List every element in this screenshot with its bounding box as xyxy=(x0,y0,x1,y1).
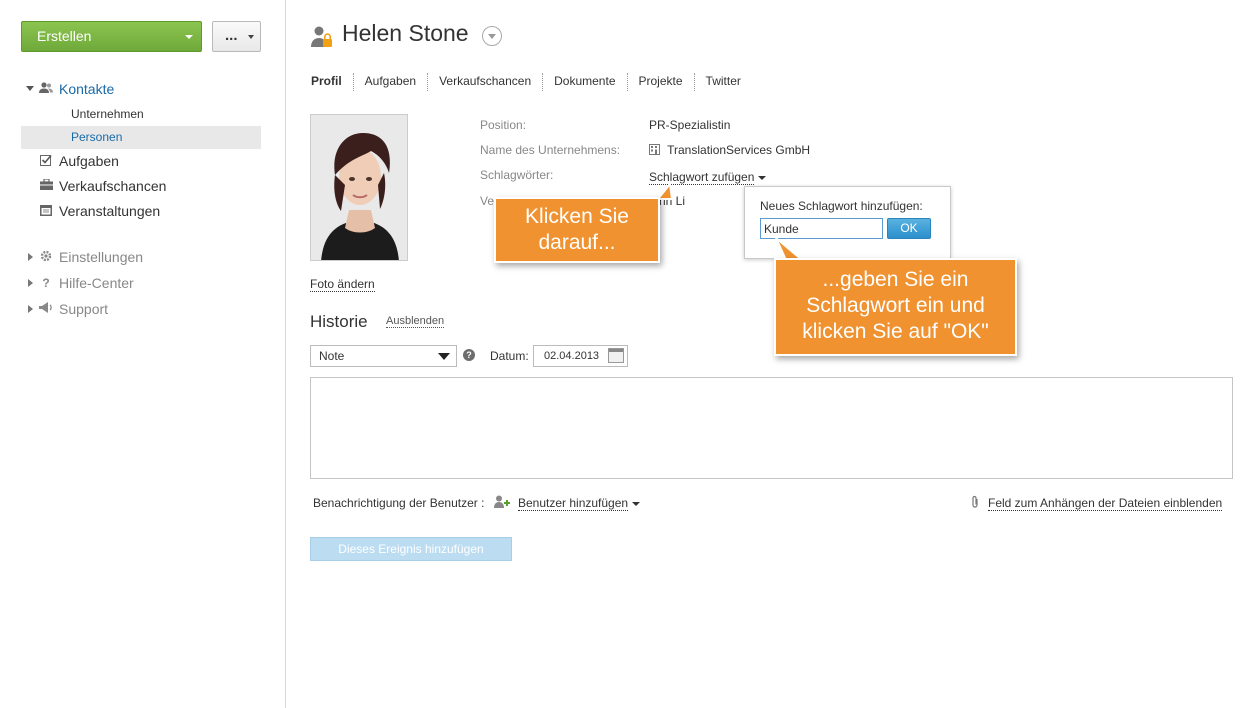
sidebar-item-label: Verkaufschancen xyxy=(59,178,167,194)
change-photo-link[interactable]: Foto ändern xyxy=(310,277,375,292)
megaphone-icon xyxy=(39,302,53,316)
position-label: Position: xyxy=(480,118,527,132)
expand-arrow-icon[interactable] xyxy=(28,279,33,287)
sidebar-item-support[interactable]: Support xyxy=(0,298,286,320)
add-user-icon xyxy=(494,495,510,509)
sidebar-item-label: Hilfe-Center xyxy=(59,275,134,291)
expand-arrow-icon[interactable] xyxy=(28,305,33,313)
tooltip-callout: ...geben Sie ein Schlagwort ein und klic… xyxy=(774,258,1017,356)
sidebar-item-label: Support xyxy=(59,301,109,317)
more-actions-label: ... xyxy=(225,27,238,44)
history-title: Historie xyxy=(310,312,368,331)
add-users-label: Benutzer hinzufügen xyxy=(518,496,629,511)
date-input[interactable]: 02.04.2013 xyxy=(533,345,628,367)
sidebar-subitem-label: Personen xyxy=(71,130,123,144)
profile-tabs: Profil Aufgaben Verkaufschancen Dokument… xyxy=(311,73,752,91)
chevron-down-icon xyxy=(248,35,254,39)
sidebar-item-help[interactable]: ? Hilfe-Center xyxy=(0,272,286,294)
tooltip-callout: Klicken Sie darauf... xyxy=(494,197,660,263)
sidebar-subitem-companies[interactable]: Unternehmen xyxy=(21,103,261,126)
briefcase-icon xyxy=(39,178,53,193)
date-label: Datum: xyxy=(490,349,529,363)
calendar-icon xyxy=(39,204,53,218)
question-icon: ? xyxy=(42,276,50,290)
create-button-label: Erstellen xyxy=(37,28,92,44)
paperclip-icon xyxy=(970,495,980,509)
company-value[interactable]: TranslationServices GmbH xyxy=(649,143,810,157)
sidebar-item-label: Veranstaltungen xyxy=(59,203,161,219)
tab-profile[interactable]: Profil xyxy=(311,73,353,91)
show-attachments-link[interactable]: Feld zum Anhängen der Dateien einblenden xyxy=(988,496,1223,511)
company-name: TranslationServices GmbH xyxy=(667,143,811,157)
profile-photo xyxy=(310,114,408,261)
checkbox-icon xyxy=(39,154,53,168)
tab-projects[interactable]: Projekte xyxy=(626,73,694,91)
calendar-icon[interactable] xyxy=(608,348,624,363)
chevron-down-icon xyxy=(185,35,193,39)
event-type-select[interactable]: Note xyxy=(310,345,457,367)
contacts-icon xyxy=(39,82,53,96)
sidebar-item-opportunities[interactable]: Verkaufschancen xyxy=(0,175,286,197)
notify-users-label: Benachrichtigung der Benutzer : xyxy=(313,496,485,510)
tab-documents[interactable]: Dokumente xyxy=(542,73,626,91)
history-note-textarea[interactable] xyxy=(310,377,1233,479)
sidebar-subitem-persons[interactable]: Personen xyxy=(21,126,261,149)
help-icon[interactable]: ? xyxy=(463,349,475,361)
chevron-down-icon xyxy=(758,175,767,180)
sidebar-item-contacts[interactable]: Kontakte xyxy=(0,78,286,100)
sidebar-subitem-label: Unternehmen xyxy=(71,107,144,121)
hide-history-link[interactable]: Ausblenden xyxy=(386,315,445,328)
ok-button[interactable]: OK xyxy=(887,218,931,239)
add-event-button[interactable]: Dieses Ereignis hinzufügen xyxy=(310,537,512,561)
tab-tasks[interactable]: Aufgaben xyxy=(352,73,427,91)
position-value: PR-Spezialistin xyxy=(649,118,731,132)
sidebar: Erstellen ... Kontakte Unternehmen Perso… xyxy=(0,0,286,708)
date-value: 02.04.2013 xyxy=(544,350,600,362)
sidebar-item-events[interactable]: Veranstaltungen xyxy=(0,200,286,222)
sidebar-item-tasks[interactable]: Aufgaben xyxy=(0,150,286,172)
add-tag-popup-label: Neues Schlagwort hinzufügen: xyxy=(760,199,923,213)
add-users-link[interactable]: Benutzer hinzufügen xyxy=(518,496,641,511)
event-type-value: Note xyxy=(319,349,345,363)
company-label: Name des Unternehmens: xyxy=(480,143,621,157)
tags-label: Schlagwörter: xyxy=(480,168,554,182)
sidebar-item-label: Aufgaben xyxy=(59,153,119,169)
field-label-partial: Ve xyxy=(480,194,495,208)
chevron-down-icon xyxy=(438,353,450,360)
sidebar-item-label: Kontakte xyxy=(59,81,115,97)
expand-arrow-icon[interactable] xyxy=(28,253,33,261)
more-actions-button[interactable]: ... xyxy=(212,21,261,52)
tab-opportunities[interactable]: Verkaufschancen xyxy=(427,73,542,91)
chevron-down-icon[interactable] xyxy=(482,26,502,46)
sidebar-item-settings[interactable]: Einstellungen xyxy=(0,246,286,268)
tab-twitter[interactable]: Twitter xyxy=(693,73,752,91)
chevron-down-icon xyxy=(632,501,641,506)
person-locked-icon xyxy=(310,25,334,49)
gear-icon xyxy=(39,250,53,264)
create-button[interactable]: Erstellen xyxy=(21,21,202,52)
sidebar-item-label: Einstellungen xyxy=(59,249,144,265)
expand-arrow-icon[interactable] xyxy=(26,86,34,91)
page-title: Helen Stone xyxy=(342,20,469,46)
company-icon xyxy=(649,144,660,155)
